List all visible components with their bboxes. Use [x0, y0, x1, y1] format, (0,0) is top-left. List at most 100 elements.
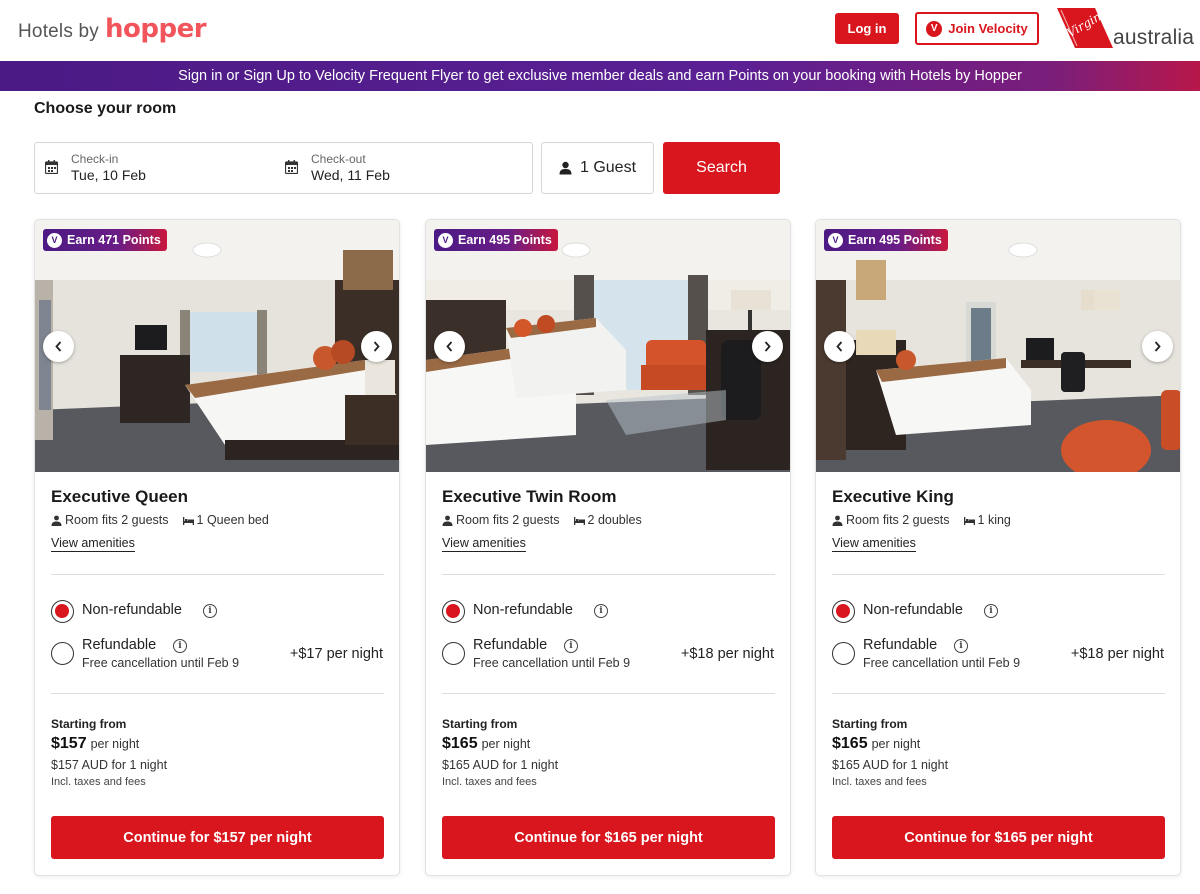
view-amenities-link[interactable]: View amenities: [442, 536, 526, 552]
section-title: Choose your room: [34, 100, 177, 117]
refundable-cancellation-note: Free cancellation until Feb 9: [82, 656, 240, 670]
points-badge-label: Earn 495 Points: [458, 233, 552, 247]
photo-prev-button[interactable]: [824, 331, 855, 362]
info-icon[interactable]: i: [173, 639, 187, 653]
checkin-field[interactable]: Check-in Tue, 10 Feb: [35, 143, 265, 193]
room-details: Room fits 2 guests 1 king: [832, 513, 1011, 527]
starting-from-label: Starting from: [442, 717, 518, 731]
divider: [51, 574, 384, 575]
points-badge: V Earn 495 Points: [824, 229, 948, 251]
points-badge: V Earn 495 Points: [434, 229, 558, 251]
guests-value: 1 Guest: [579, 159, 637, 176]
guests-selector[interactable]: 1 Guest: [541, 142, 654, 194]
continue-button[interactable]: Continue for $157 per night: [51, 816, 384, 859]
total-price: $165 AUD for 1 night: [442, 758, 559, 772]
info-icon[interactable]: i: [564, 639, 578, 653]
person-icon: [442, 515, 453, 526]
radio-refundable[interactable]: [51, 642, 74, 665]
divider: [442, 693, 775, 694]
taxes-note: Incl. taxes and fees: [832, 776, 927, 788]
velocity-icon: V: [828, 232, 843, 248]
continue-button[interactable]: Continue for $165 per night: [832, 816, 1165, 859]
room-photo: [35, 220, 399, 472]
total-price: $157 AUD for 1 night: [51, 758, 168, 772]
room-photo-carousel[interactable]: V Earn 495 Points: [426, 220, 790, 472]
divider: [442, 574, 775, 575]
photo-next-button[interactable]: [1142, 331, 1173, 362]
photo-next-button[interactable]: [361, 331, 392, 362]
person-icon: [559, 161, 572, 175]
banner-text: Sign in or Sign Up to Velocity Frequent …: [178, 68, 1022, 84]
info-icon[interactable]: i: [594, 604, 608, 618]
room-card: V Earn 495 Points Executive King Room fi…: [815, 219, 1181, 876]
info-icon[interactable]: i: [984, 604, 998, 618]
info-icon[interactable]: i: [954, 639, 968, 653]
virgin-australia-logo: Virgin australia: [1055, 6, 1200, 54]
login-button[interactable]: Log in: [835, 13, 899, 44]
room-beds: 2 doubles: [587, 513, 642, 527]
taxes-note: Incl. taxes and fees: [51, 776, 146, 788]
refundable-label: Refundable: [82, 637, 157, 653]
bed-icon: [182, 516, 194, 525]
velocity-icon: V: [47, 232, 62, 248]
starting-from-label: Starting from: [832, 717, 908, 731]
chevron-left-icon: [446, 341, 453, 352]
divider: [832, 574, 1165, 575]
nonrefundable-label: Non-refundable: [473, 602, 573, 618]
nightly-price: $157: [51, 735, 87, 752]
bed-icon: [963, 516, 975, 525]
view-amenities-link[interactable]: View amenities: [832, 536, 916, 552]
velocity-banner[interactable]: Sign in or Sign Up to Velocity Frequent …: [0, 61, 1200, 91]
logo-prefix: Hotels by: [18, 21, 100, 42]
radio-nonrefundable[interactable]: [442, 600, 465, 623]
search-button[interactable]: Search: [663, 142, 780, 194]
virgin-australia-text: australia: [1113, 26, 1195, 49]
radio-nonrefundable[interactable]: [832, 600, 855, 623]
room-photo-carousel[interactable]: V Earn 471 Points: [35, 220, 399, 472]
checkin-label: Check-in: [71, 152, 119, 166]
checkout-field[interactable]: Check-out Wed, 11 Feb: [275, 143, 505, 193]
join-velocity-label: Join Velocity: [948, 21, 1028, 36]
nonrefundable-label: Non-refundable: [82, 602, 182, 618]
per-night-label: per night: [90, 737, 140, 751]
velocity-icon: V: [438, 232, 453, 248]
join-velocity-button[interactable]: V Join Velocity: [915, 12, 1039, 45]
divider: [832, 693, 1165, 694]
calendar-icon: [285, 160, 298, 174]
radio-refundable[interactable]: [832, 642, 855, 665]
refundable-label: Refundable: [473, 637, 548, 653]
room-capacity: Room fits 2 guests: [456, 513, 560, 527]
continue-button[interactable]: Continue for $165 per night: [442, 816, 775, 859]
radio-nonrefundable[interactable]: [51, 600, 74, 623]
room-card: V Earn 495 Points Executive Twin Room Ro…: [425, 219, 791, 876]
hopper-logo[interactable]: Hotels by hopper: [18, 14, 207, 44]
checkout-value: Wed, 11 Feb: [311, 167, 390, 183]
room-photo: [816, 220, 1180, 472]
room-photo-carousel[interactable]: V Earn 495 Points: [816, 220, 1180, 472]
calendar-icon: [45, 160, 58, 174]
chevron-right-icon: [764, 341, 771, 352]
nonrefundable-label: Non-refundable: [863, 602, 963, 618]
velocity-icon: V: [926, 20, 943, 37]
info-icon[interactable]: i: [203, 604, 217, 618]
refundable-price-delta: +$18 per night: [680, 646, 774, 662]
chevron-right-icon: [1154, 341, 1161, 352]
room-details: Room fits 2 guests 1 Queen bed: [51, 513, 269, 527]
refundable-cancellation-note: Free cancellation until Feb 9: [863, 656, 1021, 670]
radio-refundable[interactable]: [442, 642, 465, 665]
room-name: Executive King: [832, 487, 954, 506]
room-beds: 1 Queen bed: [196, 513, 269, 527]
room-name: Executive Twin Room: [442, 487, 617, 506]
room-name: Executive Queen: [51, 487, 189, 506]
checkin-value: Tue, 10 Feb: [71, 167, 146, 183]
virgin-logo-mark: Virgin: [1057, 8, 1113, 48]
photo-next-button[interactable]: [752, 331, 783, 362]
checkout-label: Check-out: [311, 152, 366, 166]
room-card: V Earn 471 Points Executive Queen Room f…: [34, 219, 400, 876]
header: Hotels by hopper Log in V Join Velocity …: [0, 0, 1200, 61]
photo-prev-button[interactable]: [43, 331, 74, 362]
divider: [51, 693, 384, 694]
points-badge-label: Earn 495 Points: [848, 233, 942, 247]
photo-prev-button[interactable]: [434, 331, 465, 362]
view-amenities-link[interactable]: View amenities: [51, 536, 135, 552]
